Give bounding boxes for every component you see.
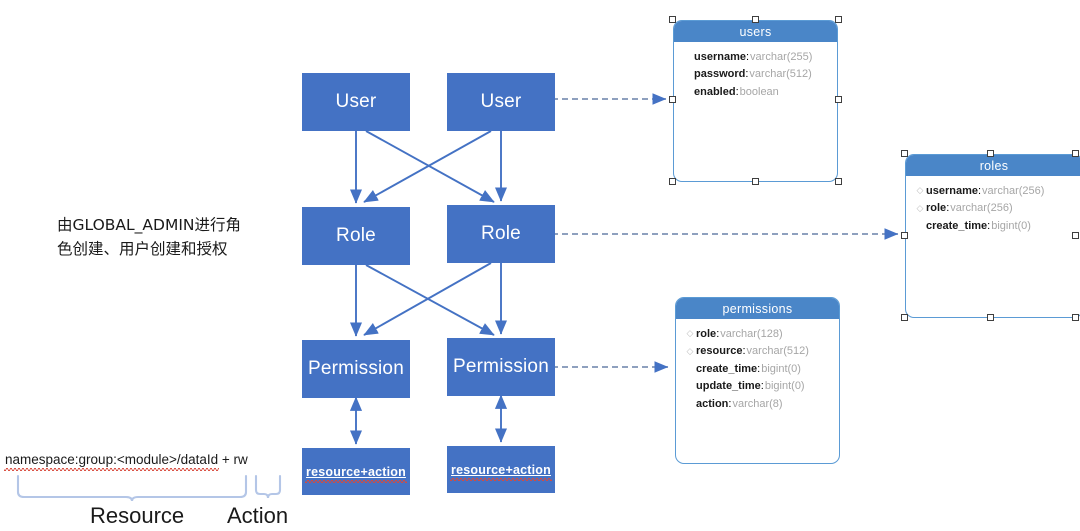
- legend-action-expression: rw: [233, 452, 248, 467]
- field-row: enabled: boolean: [694, 85, 779, 98]
- box-resource-action-left[interactable]: resource+action: [302, 448, 410, 495]
- resize-handle-w[interactable]: [669, 96, 676, 103]
- action-brace: [254, 474, 282, 499]
- resize-handle-e[interactable]: [835, 96, 842, 103]
- field-type: bigint(0): [991, 219, 1031, 232]
- edge-user-left-role-right: [365, 130, 495, 203]
- er-table-roles-fields: ◇ username: varchar(256) ◇ role: varchar…: [906, 176, 1080, 235]
- box-resource-action-left-label: resource+action: [305, 464, 407, 483]
- resize-handle-se[interactable]: [1072, 314, 1079, 321]
- box-resource-action-right[interactable]: resource+action: [447, 446, 555, 493]
- diamond-key-icon: ◇: [686, 328, 694, 339]
- legend-resource-expression: namespace:group:<module>/dataId: [3, 452, 220, 471]
- box-user-left-label: User: [335, 91, 377, 112]
- resize-handle-w[interactable]: [901, 232, 908, 239]
- field-name: role: [696, 327, 717, 340]
- note-line-2: 色创建、用户创建和授权: [57, 240, 228, 258]
- field-type: varchar(8): [732, 397, 783, 410]
- box-permission-left-label: Permission: [308, 358, 404, 379]
- box-role-right-label: Role: [481, 223, 521, 244]
- resize-handle-ne[interactable]: [835, 16, 842, 23]
- resize-handle-nw[interactable]: [901, 150, 908, 157]
- resize-handle-n[interactable]: [752, 16, 759, 23]
- er-table-users-title: users: [674, 21, 837, 42]
- box-user-right[interactable]: User: [447, 73, 555, 131]
- er-table-users-fields: username: varchar(255) password: varchar…: [674, 42, 837, 101]
- box-permission-right[interactable]: Permission: [447, 338, 555, 396]
- legend-resource-label: Resource: [90, 503, 185, 528]
- legend-plus: +: [218, 452, 234, 467]
- legend-action-label: Action: [227, 503, 289, 528]
- field-row: ◇ username: varchar(256): [906, 182, 1080, 200]
- diamond-key-icon: ◇: [686, 345, 694, 356]
- field-row: ◇ resource: varchar(512): [676, 343, 839, 361]
- box-user-right-label: User: [480, 91, 522, 112]
- resize-handle-ne[interactable]: [1072, 150, 1079, 157]
- er-table-users[interactable]: users username: varchar(255) password: v…: [673, 20, 838, 182]
- edge-role-left-permission-right: [365, 264, 495, 336]
- er-table-permissions-title: permissions: [676, 298, 839, 319]
- box-resource-action-right-label: resource+action: [450, 462, 552, 481]
- note-line-1: 由GLOBAL_ADMIN进行角: [57, 216, 241, 234]
- resize-handle-sw[interactable]: [901, 314, 908, 321]
- field-name: enabled: [694, 85, 736, 98]
- diamond-key-icon: ◇: [916, 185, 924, 196]
- resize-handle-sw[interactable]: [669, 178, 676, 185]
- field-row: action: varchar(8): [696, 397, 783, 410]
- er-table-permissions[interactable]: permissions ◇ role: varchar(128) ◇ resou…: [675, 297, 840, 464]
- field-name: resource: [696, 345, 743, 358]
- field-type: varchar(256): [982, 184, 1045, 197]
- resize-handle-n[interactable]: [987, 150, 994, 157]
- diamond-key-icon: ◇: [916, 202, 924, 213]
- box-role-left-label: Role: [336, 225, 376, 246]
- er-table-roles-title: roles: [906, 155, 1080, 176]
- field-row: ◇ role: varchar(128): [676, 325, 839, 343]
- field-row: password: varchar(512): [694, 68, 812, 81]
- resize-handle-s[interactable]: [987, 314, 994, 321]
- er-table-permissions-fields: ◇ role: varchar(128) ◇ resource: varchar…: [676, 319, 839, 413]
- field-name: update_time: [696, 380, 761, 393]
- field-row: update_time: bigint(0): [696, 380, 805, 393]
- field-type: varchar(512): [749, 68, 812, 81]
- box-role-left[interactable]: Role: [302, 207, 410, 265]
- box-role-right[interactable]: Role: [447, 205, 555, 263]
- field-name: create_time: [696, 362, 758, 375]
- field-name: username: [926, 184, 978, 197]
- resize-handle-e[interactable]: [1072, 232, 1079, 239]
- field-type: varchar(256): [950, 202, 1013, 215]
- field-name: action: [696, 397, 729, 410]
- field-name: create_time: [926, 219, 988, 232]
- field-type: bigint(0): [764, 380, 805, 393]
- resize-handle-se[interactable]: [835, 178, 842, 185]
- field-name: username: [694, 50, 746, 63]
- box-permission-right-label: Permission: [453, 356, 549, 377]
- field-type: varchar(512): [746, 345, 809, 358]
- field-type: boolean: [739, 85, 779, 98]
- field-row: username: varchar(255): [694, 50, 813, 63]
- field-name: password: [694, 68, 746, 81]
- annotation-note: 由GLOBAL_ADMIN进行角 色创建、用户创建和授权: [57, 213, 287, 261]
- field-type: bigint(0): [761, 362, 801, 375]
- resize-handle-s[interactable]: [752, 178, 759, 185]
- box-permission-left[interactable]: Permission: [302, 340, 410, 398]
- field-type: varchar(128): [720, 327, 783, 340]
- field-row: create_time: bigint(0): [926, 219, 1031, 232]
- edge-user-right-role-left: [363, 130, 492, 203]
- field-row: ◇ role: varchar(256): [906, 200, 1080, 218]
- legend-code-expression: namespace:group:<module>/dataId + rw: [3, 452, 248, 471]
- resource-brace: [16, 474, 248, 502]
- field-type: varchar(255): [750, 50, 813, 63]
- field-name: role: [926, 202, 947, 215]
- diagram-canvas: 由GLOBAL_ADMIN进行角 色创建、用户创建和授权 User User R…: [0, 0, 1080, 531]
- box-user-left[interactable]: User: [302, 73, 410, 131]
- resize-handle-nw[interactable]: [669, 16, 676, 23]
- er-table-roles[interactable]: roles ◇ username: varchar(256) ◇ role: v…: [905, 154, 1080, 318]
- field-row: create_time: bigint(0): [696, 362, 801, 375]
- edge-role-right-permission-left: [363, 262, 492, 336]
